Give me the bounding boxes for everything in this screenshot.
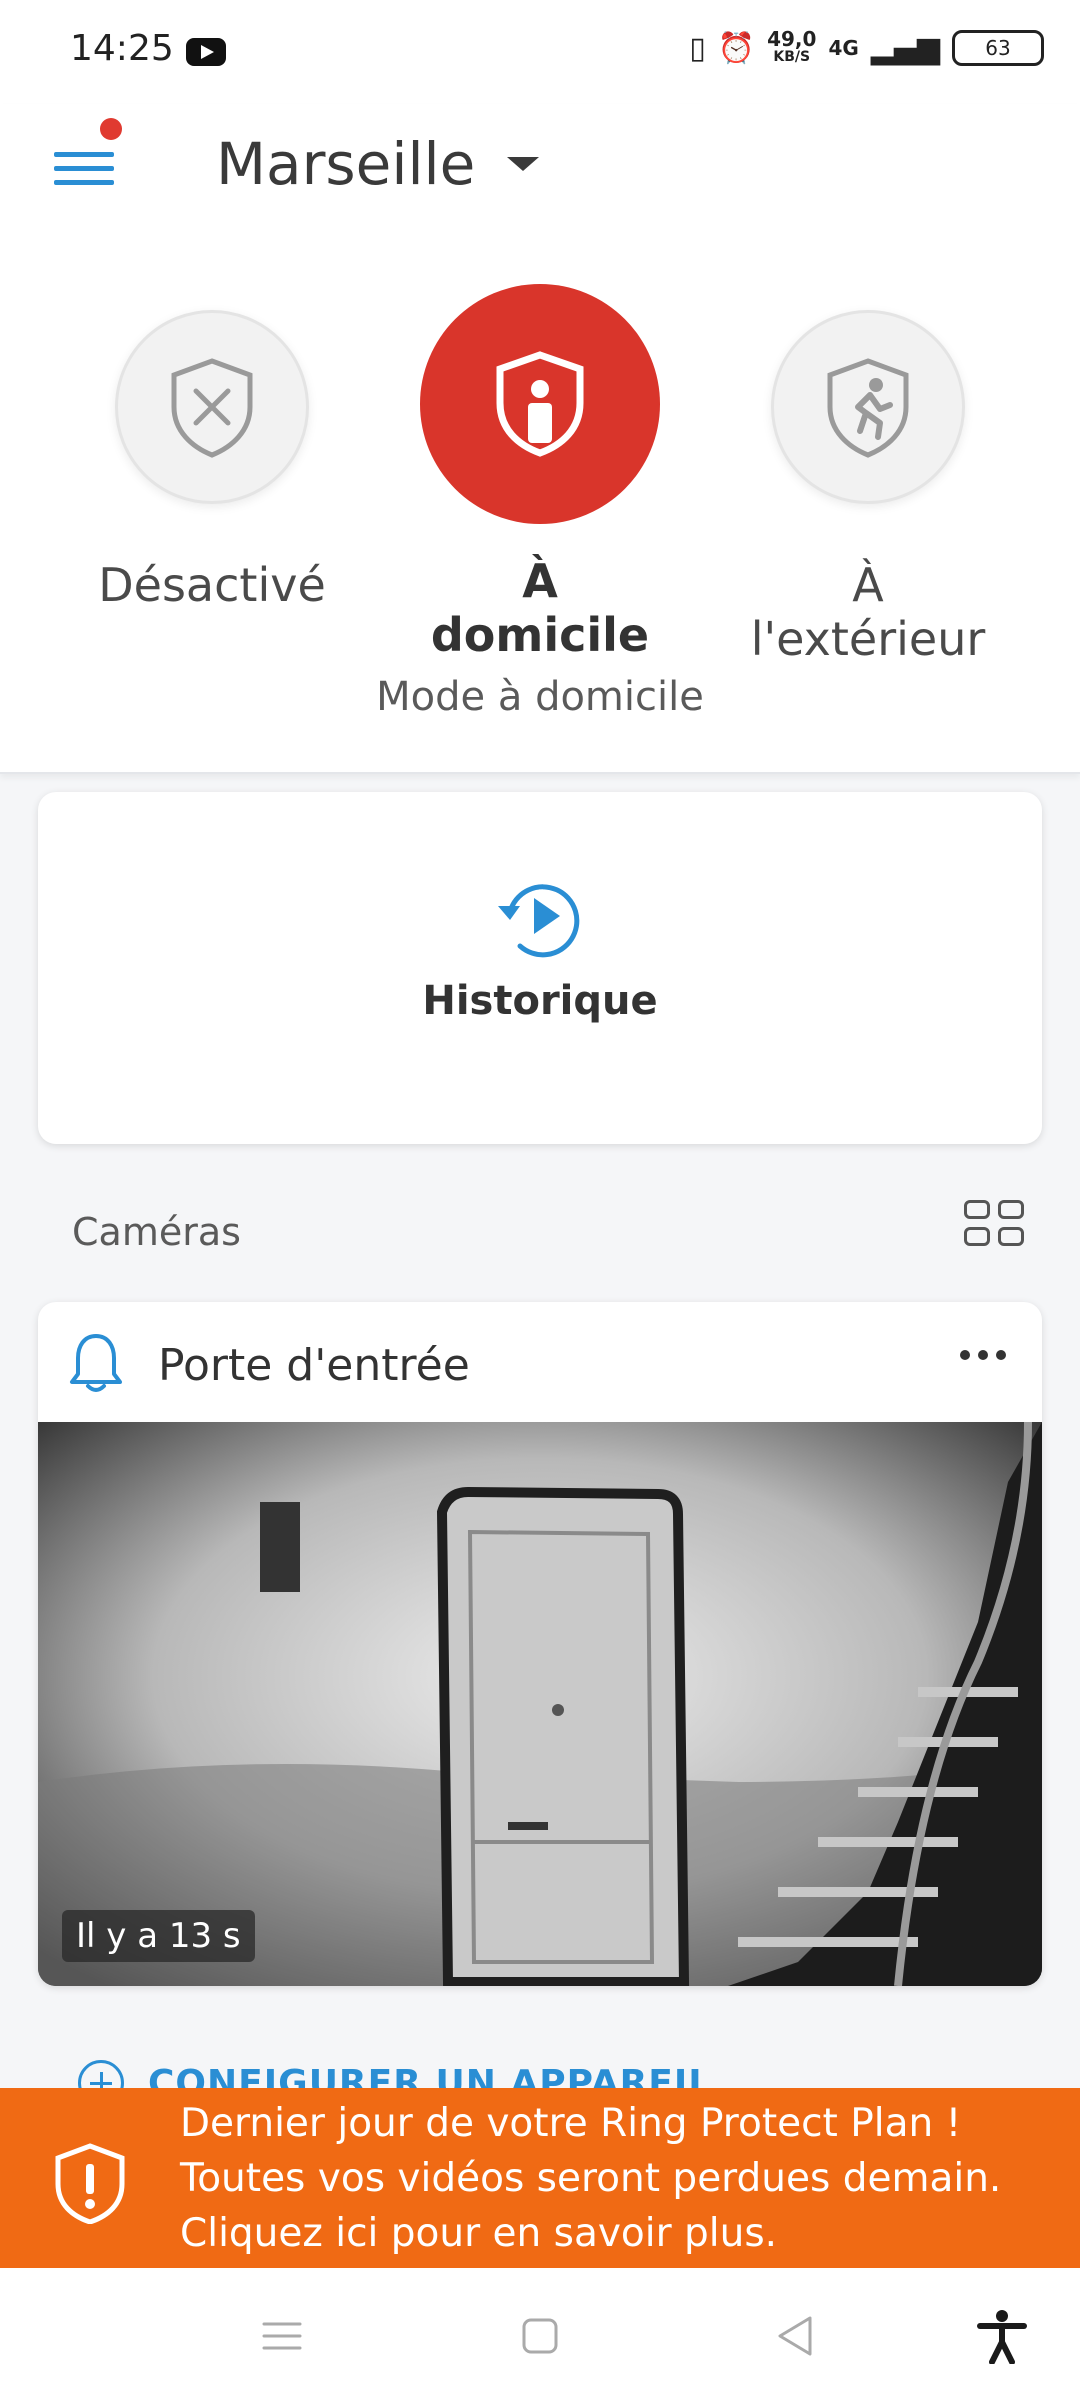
status-bar: 14:25 ▯ ⏰ 49,0 KB/S 4G ▂▄▆ 63 xyxy=(0,0,1080,104)
status-icons: ▯ ⏰ 49,0 KB/S 4G ▂▄▆ 63 xyxy=(689,27,1044,66)
menu-icon-bar xyxy=(54,166,114,171)
camera-card: Porte d'entrée Il y a 13 s xyxy=(38,1302,1042,1986)
header: Marseille Désactivé À domicile À l'extér… xyxy=(0,104,1080,774)
grid-cell xyxy=(998,1200,1024,1219)
menu-icon-bar xyxy=(54,152,114,157)
last-event-timestamp: Il y a 13 s xyxy=(62,1910,255,1962)
grid-cell xyxy=(998,1227,1024,1246)
history-card[interactable]: Historique xyxy=(38,792,1042,1144)
mode-disarmed-circle xyxy=(115,310,309,504)
vibrate-icon: ▯ xyxy=(689,30,706,66)
banner-line-3: Cliquez ici pour en savoir plus. xyxy=(180,2211,778,2256)
mode-home-label: À domicile xyxy=(430,554,650,662)
dot xyxy=(996,1350,1006,1360)
menu-button[interactable] xyxy=(54,144,114,194)
banner-message: Dernier jour de votre Ring Protect Plan … xyxy=(180,2096,1001,2261)
camera-live-feed[interactable]: Il y a 13 s xyxy=(38,1422,1042,1986)
mode-away-label: À l'extérieur xyxy=(750,558,986,666)
notification-dot xyxy=(100,118,122,140)
banner-line-2: Toutes vos vidéos seront perdues demain. xyxy=(180,2156,1002,2201)
menu-icon-bar xyxy=(54,180,114,185)
mode-home-circle xyxy=(420,284,660,524)
grid-cell xyxy=(964,1227,990,1246)
chevron-down-icon xyxy=(507,157,540,171)
mode-away-button[interactable]: À l'extérieur xyxy=(738,310,998,666)
location-selector[interactable]: Marseille xyxy=(216,130,540,198)
grid-cell xyxy=(964,1200,990,1219)
dot xyxy=(978,1350,988,1360)
history-icon xyxy=(498,884,580,958)
camera-name: Porte d'entrée xyxy=(158,1340,470,1391)
home-icon[interactable] xyxy=(510,2308,570,2364)
alarm-icon: ⏰ xyxy=(717,30,756,66)
mode-disarmed-label: Désactivé xyxy=(98,558,326,612)
shield-running-icon xyxy=(827,358,909,458)
mode-home-button[interactable]: À domicile xyxy=(410,284,670,662)
shield-person-icon xyxy=(496,351,584,457)
location-name: Marseille xyxy=(216,130,476,198)
doorbell-icon xyxy=(70,1334,122,1392)
recents-icon[interactable] xyxy=(252,2308,312,2364)
youtube-icon xyxy=(186,38,226,66)
mode-disarmed-button[interactable]: Désactivé xyxy=(82,310,342,612)
camera-snapshot-image xyxy=(38,1422,1042,1986)
shield-x-icon xyxy=(171,358,253,458)
mode-status-text: Mode à domicile xyxy=(376,674,704,720)
signal-icon: ▂▄▆ xyxy=(870,30,940,66)
network-type: 4G xyxy=(828,36,859,60)
battery-icon: 63 xyxy=(952,30,1044,66)
shield-alert-icon xyxy=(55,2143,125,2224)
speed-unit: KB/S xyxy=(773,49,811,65)
speed-value: 49,0 xyxy=(767,27,817,51)
plan-expiry-banner[interactable]: Dernier jour de votre Ring Protect Plan … xyxy=(0,2088,1080,2268)
accessibility-icon[interactable] xyxy=(972,2308,1032,2364)
cameras-section-title: Caméras xyxy=(72,1210,241,1254)
status-time: 14:25 xyxy=(70,28,174,69)
banner-line-1: Dernier jour de votre Ring Protect Plan … xyxy=(180,2101,962,2146)
grid-view-icon[interactable] xyxy=(964,1200,1026,1248)
network-speed: 49,0 KB/S xyxy=(767,27,817,66)
mode-away-circle xyxy=(771,310,965,504)
system-nav-bar xyxy=(0,2268,1080,2400)
history-label: Historique xyxy=(422,978,658,1024)
back-icon[interactable] xyxy=(766,2308,826,2364)
more-options-icon[interactable] xyxy=(960,1350,1006,1360)
dot xyxy=(960,1350,970,1360)
